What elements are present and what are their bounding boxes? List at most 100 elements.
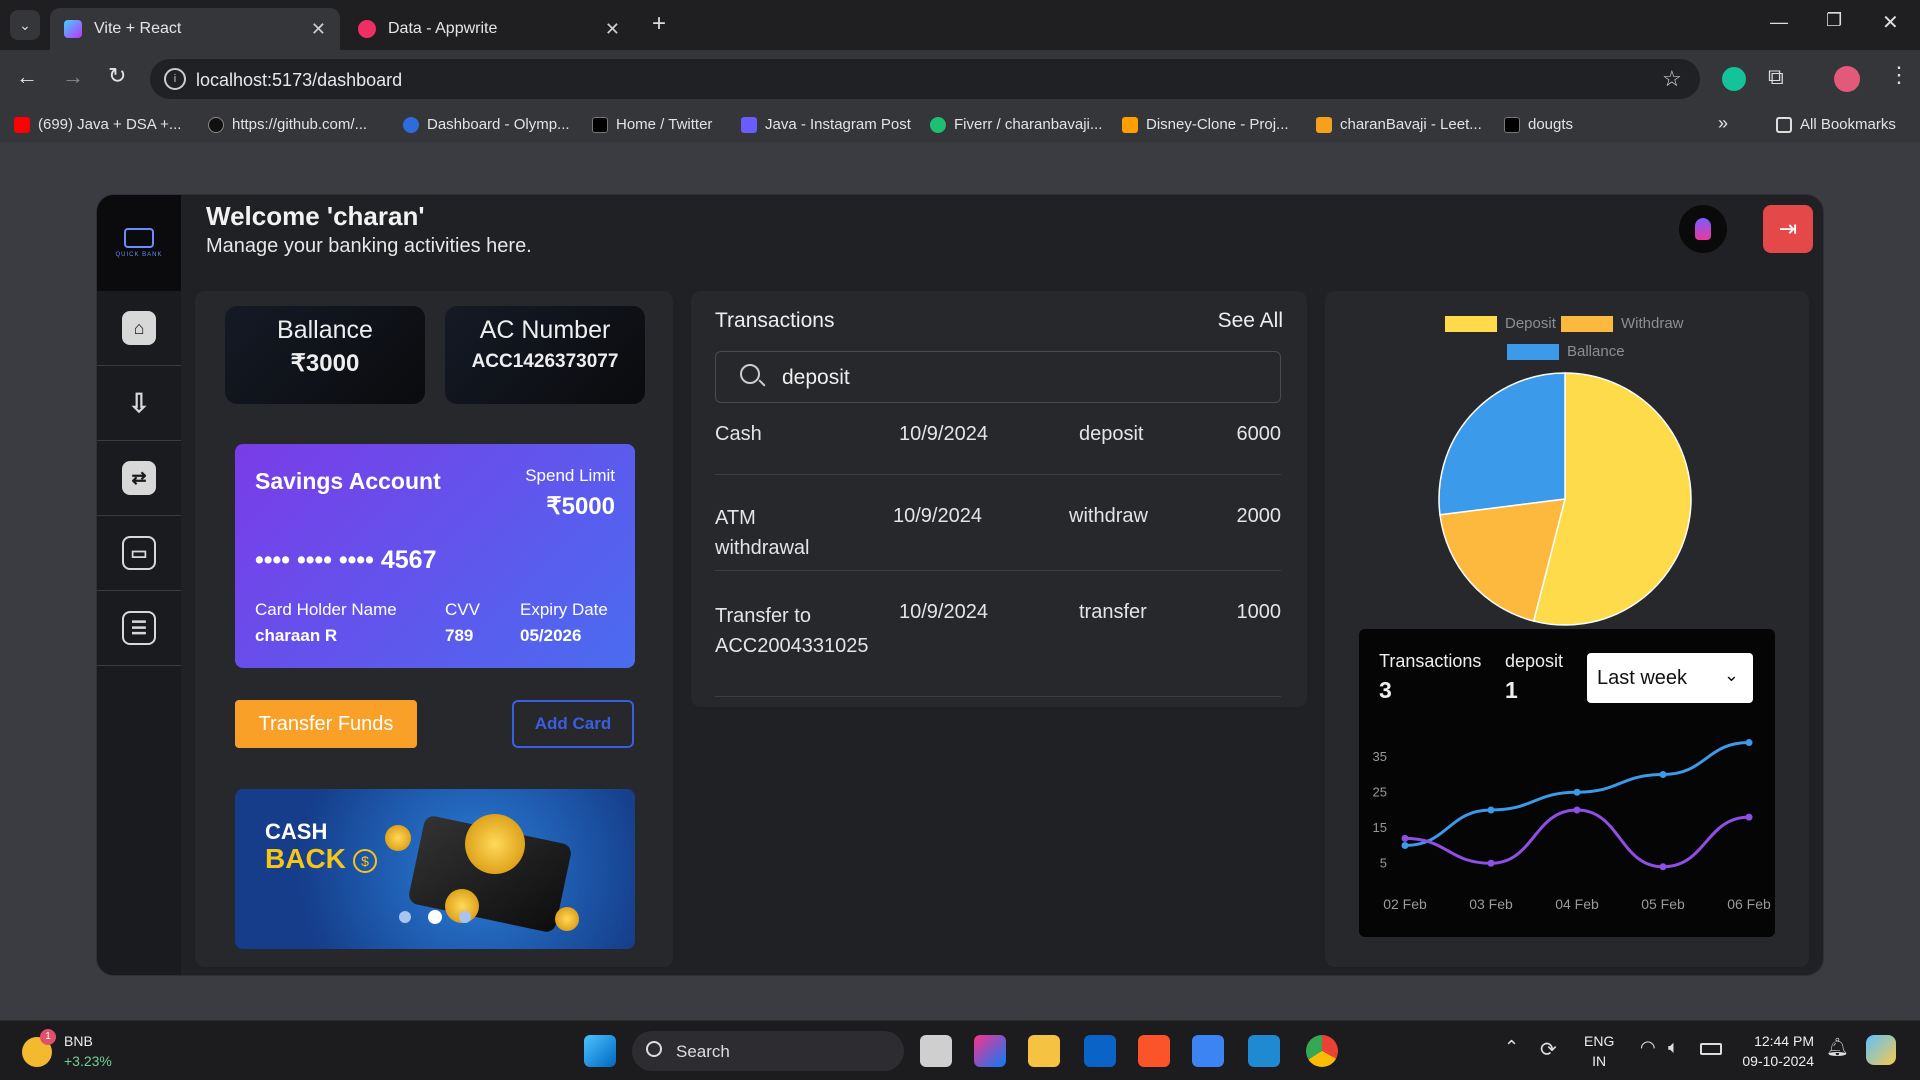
fiverr-icon	[930, 116, 946, 133]
bnb-widget[interactable]: 1 BNB +3.23%	[22, 1029, 142, 1073]
deposit-count-value: 1	[1505, 677, 1518, 703]
sidebar-item-history[interactable]: ☰	[97, 591, 181, 666]
tx-date: 10/9/2024	[899, 601, 988, 623]
bookmark-item[interactable]: Fiverr / charanbavaji...	[930, 116, 1102, 133]
file-explorer-icon[interactable]	[1028, 1035, 1060, 1067]
outlook-icon[interactable]	[1084, 1035, 1116, 1067]
add-card-button[interactable]: Add Card	[512, 700, 634, 748]
new-tab-button[interactable]: +	[652, 10, 666, 38]
transaction-row[interactable]: Cash 10/9/2024 deposit 6000	[715, 419, 1281, 475]
card-logo-icon	[124, 228, 154, 248]
close-tab-icon[interactable]: ✕	[605, 19, 620, 40]
data-point[interactable]	[1659, 771, 1667, 778]
sidebar-item-deposit[interactable]: ⇩	[97, 366, 181, 441]
legend-item[interactable]: Withdraw	[1561, 315, 1684, 332]
see-all-link[interactable]: See All	[1218, 309, 1283, 333]
all-bookmarks[interactable]: All Bookmarks	[1776, 116, 1896, 133]
language-indicator[interactable]: ENG IN	[1584, 1031, 1614, 1071]
search-icon	[740, 364, 760, 384]
sidebar-item-transfer[interactable]: ⇄	[97, 441, 181, 516]
profile-avatar[interactable]	[1834, 66, 1860, 92]
data-point[interactable]	[1573, 788, 1581, 796]
intellij-icon[interactable]	[974, 1035, 1006, 1067]
carousel-dot[interactable]	[459, 911, 471, 923]
task-view-icon[interactable]	[920, 1035, 952, 1067]
pie-slice-balance[interactable]	[1438, 372, 1566, 516]
balance-label: Ballance	[277, 316, 373, 344]
bookmark-item[interactable]: Dashboard - Olymp...	[403, 116, 570, 133]
transactions-search[interactable]: deposit	[715, 351, 1281, 403]
bookmark-label: Home / Twitter	[616, 116, 713, 133]
menu-icon[interactable]: ⋮	[1888, 62, 1910, 88]
battery-icon[interactable]	[1700, 1043, 1722, 1055]
holder-label: Card Holder Name	[255, 600, 397, 619]
site-info-icon[interactable]: i	[164, 68, 186, 90]
sync-icon[interactable]: ⟳	[1540, 1037, 1557, 1062]
chrome-icon[interactable]	[1306, 1035, 1338, 1067]
url-field[interactable]: i localhost:5173/dashboard ☆	[150, 59, 1700, 99]
notifications-bell-icon[interactable]: 🔔︎	[1826, 1037, 1849, 1058]
volume-icon[interactable]: 🔈︎	[1668, 1037, 1679, 1058]
dashboard-app: QUICK BANK ⌂ ⇩ ⇄ ▭ ☰ Welcome 'charan' Ma…	[96, 194, 1824, 976]
data-point[interactable]	[1745, 739, 1753, 747]
data-point[interactable]	[1487, 859, 1495, 867]
bookmark-item[interactable]: Java - Instagram Post	[741, 116, 911, 133]
cashback-banner[interactable]: CASH BACK $	[235, 789, 635, 949]
brave-icon[interactable]	[1138, 1035, 1170, 1067]
forward-icon[interactable]: →	[62, 64, 84, 90]
logout-button[interactable]: ⇥	[1763, 205, 1813, 253]
data-point[interactable]	[1401, 834, 1409, 842]
close-tab-icon[interactable]: ✕	[311, 19, 326, 40]
bookmark-item[interactable]: dougts	[1504, 116, 1573, 133]
data-point[interactable]	[1659, 863, 1667, 871]
tab-search-button[interactable]: ⌄	[10, 10, 40, 40]
carousel-dot-active[interactable]	[428, 910, 442, 924]
close-window-icon[interactable]: ✕	[1882, 10, 1899, 35]
carousel-dot[interactable]	[399, 911, 411, 923]
restore-icon[interactable]: ❐	[1826, 10, 1842, 31]
clock[interactable]: 12:44 PM 09-10-2024	[1734, 1031, 1814, 1071]
data-point[interactable]	[1487, 806, 1495, 814]
transfer-funds-button[interactable]: Transfer Funds	[235, 700, 417, 748]
bookmark-item[interactable]: https://github.com/...	[208, 116, 367, 133]
data-point[interactable]	[1745, 813, 1753, 821]
legend-label: Withdraw	[1621, 315, 1684, 332]
tab-vite-react[interactable]: Vite + React ✕	[50, 8, 340, 50]
minimize-icon[interactable]: —	[1770, 12, 1788, 33]
bookmark-item[interactable]: charanBavaji - Leet...	[1316, 116, 1482, 133]
vscode-icon[interactable]	[1248, 1035, 1280, 1067]
period-select[interactable]: Last week ⌄	[1587, 653, 1753, 703]
user-avatar[interactable]	[1679, 205, 1727, 253]
more-bookmarks-icon[interactable]: »	[1718, 113, 1728, 134]
transaction-row[interactable]: Transfer to ACC2004331025 10/9/2024 tran…	[715, 571, 1281, 697]
y-tick-label: 35	[1373, 749, 1387, 764]
bookmark-star-icon[interactable]: ☆	[1662, 66, 1682, 92]
sidebar-item-cards[interactable]: ▭	[97, 516, 181, 591]
sidebar-item-home[interactable]: ⌂	[97, 291, 181, 366]
savings-card[interactable]: Savings Account Spend Limit ₹5000 •••• •…	[235, 444, 635, 668]
bookmark-label: Disney-Clone - Proj...	[1146, 116, 1289, 133]
reload-icon[interactable]: ↻	[108, 63, 126, 89]
grammarly-icon[interactable]	[1722, 67, 1746, 91]
address-bar: ← → ↻ i localhost:5173/dashboard ☆ ⧉ ⋮	[0, 50, 1920, 108]
windows-start-icon[interactable]	[584, 1035, 616, 1067]
data-point[interactable]	[1401, 842, 1409, 849]
bookmark-item[interactable]: Disney-Clone - Proj...	[1122, 116, 1289, 133]
taskbar-search[interactable]: Search	[632, 1031, 904, 1071]
transaction-row[interactable]: ATM withdrawal 10/9/2024 withdraw 2000	[715, 475, 1281, 571]
copilot-icon[interactable]	[1866, 1035, 1896, 1065]
bookmark-item[interactable]: (699) Java + DSA +...	[14, 116, 181, 133]
bookmark-item[interactable]: Home / Twitter	[592, 116, 712, 133]
transactions-panel: Transactions See All deposit Cash 10/9/2…	[691, 291, 1307, 707]
back-icon[interactable]: ←	[16, 64, 38, 90]
quick-bank-logo[interactable]: QUICK BANK	[97, 195, 181, 291]
logo-text: QUICK BANK	[115, 252, 163, 258]
todo-icon[interactable]	[1192, 1035, 1224, 1067]
legend-item[interactable]: Ballance	[1507, 343, 1625, 360]
show-hidden-icons[interactable]: ⌃	[1504, 1037, 1519, 1058]
tab-appwrite[interactable]: Data - Appwrite ✕	[344, 8, 634, 50]
wifi-icon[interactable]: ◠	[1640, 1037, 1656, 1058]
data-point[interactable]	[1573, 806, 1581, 814]
extensions-icon[interactable]: ⧉	[1768, 64, 1784, 90]
legend-item[interactable]: Deposit	[1445, 315, 1556, 332]
